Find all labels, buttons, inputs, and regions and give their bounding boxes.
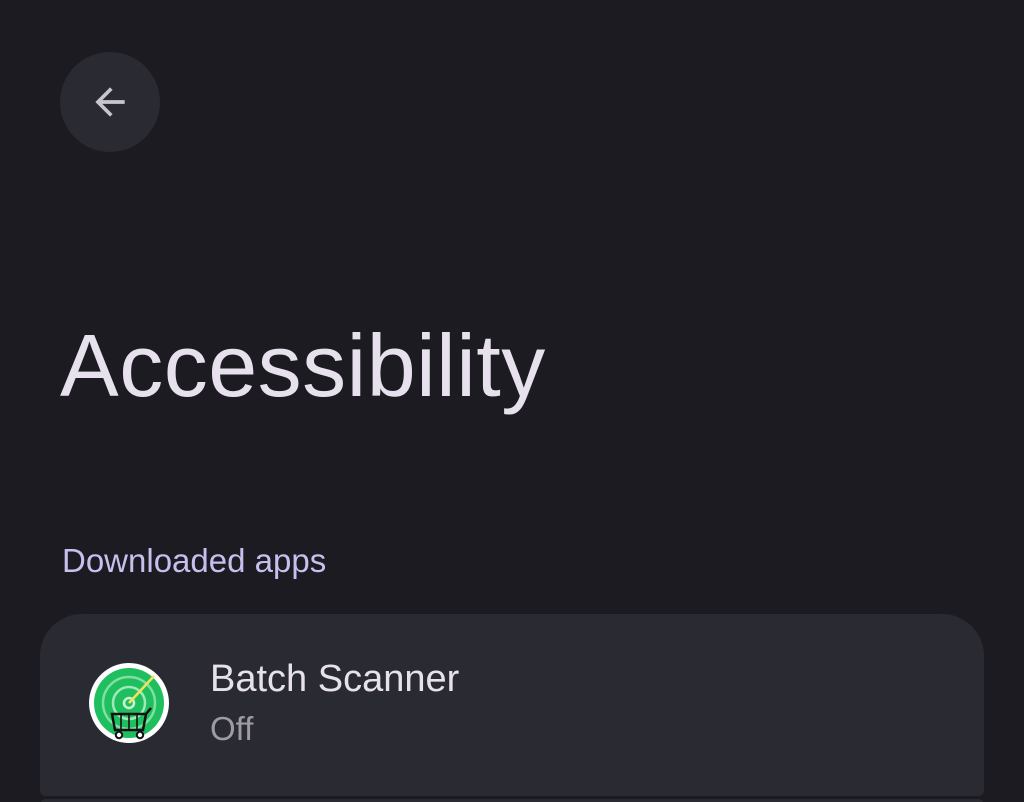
page-title: Accessibility: [60, 316, 546, 415]
accessibility-screen: Accessibility Downloaded apps Batch Scan…: [0, 0, 1024, 802]
app-name: Batch Scanner: [210, 658, 460, 700]
arrow-left-icon: [88, 80, 132, 124]
back-button[interactable]: [60, 52, 160, 152]
list-item-batch-scanner[interactable]: Batch Scanner Off: [40, 614, 984, 796]
batch-scanner-radar-icon: [88, 662, 170, 744]
app-status: Off: [210, 710, 254, 747]
section-header-downloaded-apps: Downloaded apps: [62, 542, 327, 579]
